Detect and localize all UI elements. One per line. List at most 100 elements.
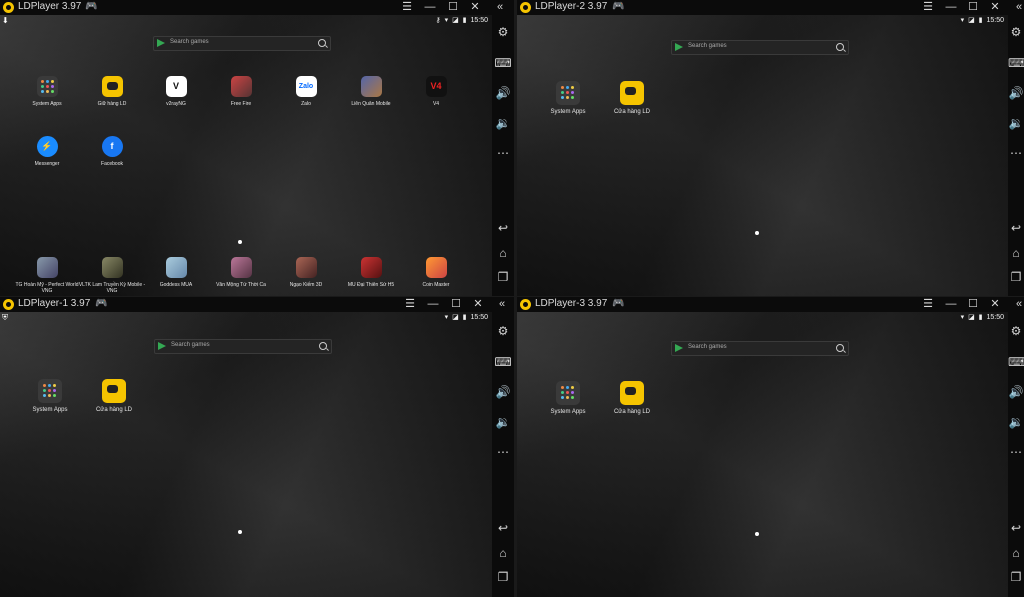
title-bar[interactable]: LDPlayer-3 3.97 🎮 ☰ — ☐ ✕ « [517, 297, 1024, 312]
close-button[interactable]: ✕ [987, 0, 1003, 15]
menu-button[interactable]: ☰ [402, 297, 418, 312]
collapse-sidebar-button[interactable]: « [1011, 0, 1024, 15]
more-icon[interactable]: ⋯ [1008, 445, 1024, 459]
app-system-apps[interactable]: System Apps [12, 76, 82, 107]
app-lien-quan[interactable]: Liên Quân Mobile [336, 76, 406, 107]
volume-down-icon[interactable]: 🔉 [492, 415, 514, 429]
back-icon[interactable]: ↩ [492, 521, 514, 535]
app-coin-master[interactable]: Coin Master [401, 257, 471, 288]
home-icon[interactable]: ⌂ [1008, 546, 1024, 560]
app-facebook[interactable]: f Facebook [77, 136, 147, 167]
collapse-sidebar-button[interactable]: « [1011, 297, 1024, 312]
back-icon[interactable]: ↩ [1008, 221, 1024, 235]
app-system-apps[interactable]: System Apps [15, 379, 85, 413]
gamepad-icon[interactable]: 🎮 [95, 298, 107, 309]
keyboard-icon[interactable]: ⌨ [1008, 355, 1024, 369]
minimize-button[interactable]: — [425, 297, 441, 312]
app-tg-hoan-my[interactable]: TG Hoàn Mỹ - Perfect World VNG [12, 257, 82, 294]
maximize-button[interactable]: ☐ [965, 297, 981, 312]
more-icon[interactable]: ⋯ [492, 146, 514, 160]
android-screen[interactable]: ⛨ ▾ ◪ ▮ 15:50 Search games System Apps C… [0, 312, 492, 597]
more-icon[interactable]: ⋯ [1008, 146, 1024, 160]
search-games-bar[interactable]: Search games [671, 40, 849, 55]
app-goddess-mua[interactable]: Goddess MUA [141, 257, 211, 288]
maximize-button[interactable]: ☐ [445, 0, 461, 15]
title-bar[interactable]: LDPlayer-2 3.97 🎮 ☰ — ☐ ✕ « [517, 0, 1024, 15]
app-mu-dai-thien-su[interactable]: MU Đại Thiên Sứ H5 [336, 257, 406, 288]
android-screen[interactable]: ▾ ◪ ▮ 15:50 Search games System Apps Cửa… [517, 312, 1008, 597]
app-vltk[interactable]: VLTK Lam Truyền Kỳ Mobile - VNG [77, 257, 147, 294]
app-v4[interactable]: V4 V4 [401, 76, 471, 107]
shield-icon: ⛨ [2, 313, 8, 322]
search-games-bar[interactable]: Search games [671, 341, 849, 356]
app-ngao-kiem[interactable]: Ngạo Kiếm 3D [271, 257, 341, 288]
title-bar[interactable]: LDPlayer-1 3.97 🎮 ☰ — ☐ ✕ « [0, 297, 514, 312]
gamepad-icon[interactable]: 🎮 [612, 298, 624, 309]
app-ld-store[interactable]: Cửa hàng LD [79, 379, 149, 413]
gamepad-icon[interactable]: 🎮 [612, 1, 624, 12]
app-system-apps[interactable]: System Apps [533, 81, 603, 115]
gear-icon[interactable]: ⚙ [492, 25, 514, 39]
close-button[interactable]: ✕ [470, 297, 486, 312]
search-games-bar[interactable]: Search games [154, 339, 332, 354]
app-zalo[interactable]: Zalo Zalo [271, 76, 341, 107]
menu-button[interactable]: ☰ [920, 297, 936, 312]
recents-icon[interactable]: ❐ [492, 270, 514, 284]
home-icon[interactable]: ⌂ [492, 246, 514, 260]
volume-up-icon[interactable]: 🔊 [1008, 86, 1024, 100]
search-icon[interactable] [836, 43, 844, 51]
collapse-sidebar-button[interactable]: « [494, 297, 510, 312]
volume-down-icon[interactable]: 🔉 [492, 116, 514, 130]
app-label: V4 [432, 101, 440, 107]
app-ld-store[interactable]: Giữ hàng LD [77, 76, 147, 107]
app-free-fire[interactable]: Free Fire [206, 76, 276, 107]
collapse-sidebar-button[interactable]: « [492, 0, 508, 15]
search-games-bar[interactable]: Search games [153, 36, 331, 51]
close-button[interactable]: ✕ [467, 0, 483, 15]
volume-up-icon[interactable]: 🔊 [492, 86, 514, 100]
app-v2rayng[interactable]: V v2rayNG [141, 76, 211, 107]
app-van-mong[interactable]: Vân Mộng Tứ Thời Ca [206, 257, 276, 288]
volume-down-icon[interactable]: 🔉 [1008, 415, 1024, 429]
search-icon[interactable] [319, 342, 327, 350]
recents-icon[interactable]: ❐ [492, 570, 514, 584]
app-label: System Apps [32, 101, 62, 107]
volume-up-icon[interactable]: 🔊 [492, 385, 514, 399]
app-messenger[interactable]: ⚡ Messenger [12, 136, 82, 167]
keyboard-icon[interactable]: ⌨ [1008, 56, 1024, 70]
app-system-apps[interactable]: System Apps [533, 381, 603, 415]
home-icon[interactable]: ⌂ [492, 546, 514, 560]
gamepad-icon[interactable]: 🎮 [85, 1, 97, 12]
recents-icon[interactable]: ❐ [1008, 570, 1024, 584]
close-button[interactable]: ✕ [987, 297, 1003, 312]
recents-icon[interactable]: ❐ [1008, 270, 1024, 284]
menu-button[interactable]: ☰ [399, 0, 415, 15]
search-icon[interactable] [318, 39, 326, 47]
back-icon[interactable]: ↩ [1008, 521, 1024, 535]
home-icon[interactable]: ⌂ [1008, 246, 1024, 260]
keyboard-icon[interactable]: ⌨ [492, 355, 514, 369]
maximize-button[interactable]: ☐ [965, 0, 981, 15]
back-icon[interactable]: ↩ [492, 221, 514, 235]
app-ld-store[interactable]: Cửa hàng LD [597, 81, 667, 115]
gear-icon[interactable]: ⚙ [1008, 324, 1024, 338]
more-icon[interactable]: ⋯ [492, 445, 514, 459]
maximize-button[interactable]: ☐ [448, 297, 464, 312]
volume-up-icon[interactable]: 🔊 [1008, 385, 1024, 399]
app-label: System Apps [32, 407, 68, 413]
app-ld-store[interactable]: Cửa hàng LD [597, 381, 667, 415]
status-bar: ⚷ ▾ ◪ ▮ 15:50 [434, 16, 488, 24]
minimize-button[interactable]: — [943, 0, 959, 15]
gear-icon[interactable]: ⚙ [492, 324, 514, 338]
minimize-button[interactable]: — [943, 297, 959, 312]
menu-button[interactable]: ☰ [920, 0, 936, 15]
android-screen[interactable]: ⬇ ⚷ ▾ ◪ ▮ 15:50 Search games System Apps… [0, 15, 492, 296]
volume-down-icon[interactable]: 🔉 [1008, 116, 1024, 130]
android-screen[interactable]: ▾ ◪ ▮ 15:50 Search games System Apps Cửa… [517, 15, 1008, 296]
title-bar[interactable]: LDPlayer 3.97 🎮 ☰ — ☐ ✕ « [0, 0, 514, 15]
keyboard-icon[interactable]: ⌨ [492, 56, 514, 70]
search-icon[interactable] [836, 344, 844, 352]
minimize-button[interactable]: — [422, 0, 438, 15]
gear-icon[interactable]: ⚙ [1008, 25, 1024, 39]
app-label: Liên Quân Mobile [351, 101, 391, 107]
